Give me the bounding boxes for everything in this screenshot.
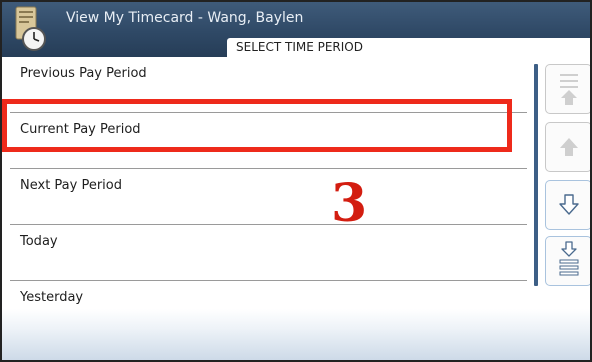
list-item-label: Previous Pay Period	[20, 66, 147, 81]
title-bar: View My Timecard - Wang, Baylen SELECT T…	[2, 2, 590, 57]
double-arrow-down-icon	[559, 241, 579, 276]
scroll-to-top-button[interactable]	[545, 64, 590, 114]
window-title: View My Timecard - Wang, Baylen	[66, 10, 304, 26]
time-period-list: Previous Pay Period Current Pay Period N…	[2, 57, 530, 309]
scroll-indicator	[534, 64, 538, 286]
list-item-yesterday[interactable]: Yesterday	[2, 281, 527, 309]
scroll-to-bottom-button[interactable]	[545, 236, 590, 286]
timecard-clock-icon	[10, 5, 50, 53]
list-item-next-pay-period[interactable]: Next Pay Period	[2, 169, 527, 225]
scroll-up-button[interactable]	[545, 122, 590, 172]
step-number-annotation: 3	[331, 173, 368, 234]
footer-bar	[2, 309, 590, 360]
list-item-label: Today	[20, 234, 58, 249]
timecard-screen: View My Timecard - Wang, Baylen SELECT T…	[0, 0, 592, 362]
arrow-down-icon	[559, 194, 579, 215]
section-header: SELECT TIME PERIOD	[227, 38, 590, 57]
double-arrow-up-icon	[560, 74, 578, 105]
list-item-label: Next Pay Period	[20, 178, 123, 193]
arrow-up-icon	[560, 138, 578, 156]
list-item-today[interactable]: Today	[2, 225, 527, 281]
list-item-label: Yesterday	[20, 290, 84, 305]
scroll-down-button[interactable]	[545, 180, 590, 230]
current-pay-period-highlight	[2, 99, 512, 152]
